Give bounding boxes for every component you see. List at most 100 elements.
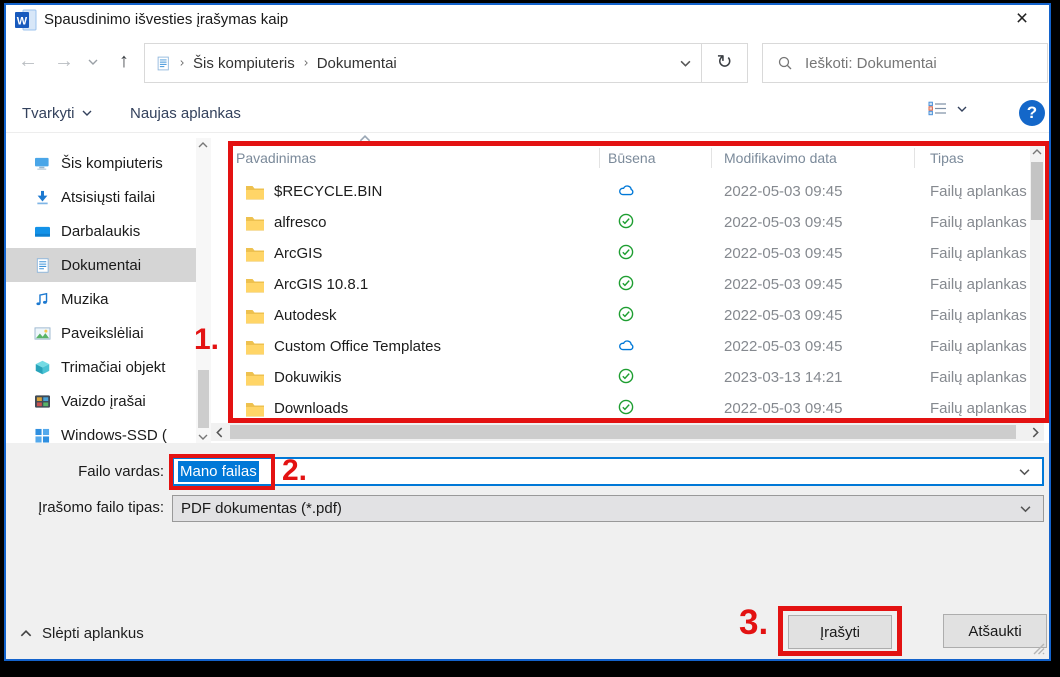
- navigation-bar: ← → ↑ Šis kompiuteris Dokumentai ↻ Ieško…: [6, 35, 1049, 89]
- sidebar-item-downloads[interactable]: Atsisiųsti failai: [6, 180, 196, 214]
- cloud-icon: [618, 183, 637, 197]
- chevron-down-icon[interactable]: [1019, 468, 1030, 475]
- help-button[interactable]: ?: [1019, 100, 1045, 126]
- column-headers: Pavadinimas Būsena Modifikavimo data Tip…: [211, 146, 1044, 170]
- folder-icon: [245, 370, 265, 386]
- file-row[interactable]: Autodesk 2022-05-03 09:45 Failų aplankas: [211, 300, 1044, 331]
- status-cell: [600, 306, 712, 326]
- scroll-left-icon[interactable]: [216, 427, 223, 438]
- back-button[interactable]: ←: [14, 47, 42, 75]
- file-modified-date: 2022-05-03 09:45: [712, 338, 915, 355]
- file-name: Custom Office Templates: [274, 338, 441, 355]
- status-cell: [600, 244, 712, 264]
- folder-icon: [245, 184, 265, 200]
- desktop-icon: [34, 224, 51, 239]
- file-row[interactable]: $RECYCLE.BIN 2022-05-03 09:45 Failų apla…: [211, 176, 1044, 207]
- scrollbar-thumb[interactable]: [198, 370, 209, 428]
- sidebar-scrollbar[interactable]: [196, 138, 211, 443]
- file-type-select[interactable]: PDF dokumentas (*.pdf): [172, 495, 1044, 522]
- sidebar-item-documents[interactable]: Dokumentai: [6, 248, 196, 282]
- breadcrumb[interactable]: Šis kompiuteris Dokumentai: [144, 43, 702, 83]
- list-vertical-scrollbar[interactable]: [1030, 146, 1044, 423]
- up-button[interactable]: ↑: [110, 47, 138, 75]
- scroll-right-icon[interactable]: [1032, 427, 1039, 438]
- close-button[interactable]: ×: [1005, 5, 1039, 35]
- file-modified-date: 2022-05-03 09:45: [712, 400, 915, 417]
- sidebar-item-music[interactable]: Muzika: [6, 282, 196, 316]
- file-name: Autodesk: [274, 307, 337, 324]
- sidebar-item-pictures[interactable]: Paveikslėliai: [6, 316, 196, 350]
- windows-drive-icon: [34, 428, 51, 443]
- search-box[interactable]: Ieškoti: Dokumentai: [762, 43, 1048, 83]
- sidebar-item-this-pc[interactable]: Šis kompiuteris: [6, 146, 196, 180]
- sidebar-item-desktop[interactable]: Darbalaukis: [6, 214, 196, 248]
- breadcrumb-documents[interactable]: Dokumentai: [317, 55, 397, 72]
- save-as-dialog: W Spausdinimo išvesties įrašymas kaip × …: [4, 3, 1051, 661]
- breadcrumb-this-pc[interactable]: Šis kompiuteris: [193, 55, 295, 72]
- column-header-status[interactable]: Būsena: [600, 148, 712, 168]
- file-type: Failų aplankas: [915, 245, 1044, 262]
- scrollbar-thumb[interactable]: [1031, 162, 1043, 220]
- file-type: Failų aplankas: [915, 369, 1044, 386]
- hide-folders-button[interactable]: Slėpti aplankus: [20, 625, 144, 642]
- folder-icon: [245, 339, 265, 355]
- refresh-button[interactable]: ↻: [702, 43, 748, 83]
- sidebar-item-windows-ssd[interactable]: Windows-SSD (: [6, 418, 196, 443]
- check-icon: [618, 275, 634, 291]
- sidebar-item-videos[interactable]: Vaizdo įrašai: [6, 384, 196, 418]
- status-cell: [600, 213, 712, 233]
- search-placeholder: Ieškoti: Dokumentai: [805, 55, 937, 72]
- check-icon: [618, 399, 634, 415]
- cancel-button[interactable]: Atšaukti: [943, 614, 1047, 648]
- list-view-icon: [928, 101, 947, 116]
- column-header-name[interactable]: Pavadinimas: [211, 148, 600, 168]
- scroll-down-icon[interactable]: [198, 434, 208, 440]
- chevron-down-icon[interactable]: [1020, 505, 1031, 512]
- scroll-up-icon[interactable]: [198, 142, 208, 148]
- chevron-right-icon: [179, 58, 185, 68]
- scroll-up-icon[interactable]: [1032, 149, 1042, 155]
- column-header-type[interactable]: Tipas: [915, 148, 1044, 168]
- file-row[interactable]: ArcGIS 10.8.1 2022-05-03 09:45 Failų apl…: [211, 269, 1044, 300]
- check-icon: [618, 244, 634, 260]
- title-bar: W Spausdinimo išvesties įrašymas kaip ×: [6, 5, 1049, 35]
- save-button[interactable]: Įrašyti: [788, 615, 892, 649]
- document-location-icon: [155, 56, 171, 71]
- new-folder-button[interactable]: Naujas aplankas: [130, 93, 241, 133]
- file-type: Failų aplankas: [915, 214, 1044, 231]
- documents-icon: [34, 258, 51, 273]
- list-horizontal-scrollbar[interactable]: [211, 423, 1044, 441]
- navigation-pane: Šis kompiuteris Atsisiųsti failai Darbal…: [6, 146, 196, 443]
- file-row[interactable]: Dokuwikis 2023-03-13 14:21 Failų aplanka…: [211, 362, 1044, 393]
- file-row[interactable]: Custom Office Templates 2022-05-03 09:45…: [211, 331, 1044, 362]
- sidebar-item-3d-objects[interactable]: Trimačiai objekt: [6, 350, 196, 384]
- file-name: Dokuwikis: [274, 369, 342, 386]
- file-list: Pavadinimas Būsena Modifikavimo data Tip…: [211, 146, 1044, 443]
- file-name: $RECYCLE.BIN: [274, 183, 382, 200]
- cloud-icon: [618, 338, 637, 352]
- resize-grip[interactable]: [1033, 643, 1045, 655]
- file-name: ArcGIS: [274, 245, 322, 262]
- window-title: Spausdinimo išvesties įrašymas kaip: [44, 5, 288, 35]
- recent-locations-chevron-icon[interactable]: [88, 59, 98, 65]
- organize-menu[interactable]: Tvarkyti: [22, 93, 92, 133]
- file-row[interactable]: ArcGIS 2022-05-03 09:45 Failų aplankas: [211, 238, 1044, 269]
- file-row[interactable]: Downloads 2022-05-03 09:45 Failų aplanka…: [211, 393, 1044, 424]
- view-options-button[interactable]: [928, 101, 967, 116]
- file-name-value: Mano failas: [178, 461, 259, 482]
- file-modified-date: 2022-05-03 09:45: [712, 214, 915, 231]
- column-header-modified[interactable]: Modifikavimo data: [712, 148, 915, 168]
- file-type: Failų aplankas: [915, 400, 1044, 417]
- scrollbar-thumb[interactable]: [230, 425, 1016, 439]
- videos-icon: [34, 394, 51, 409]
- file-type: Failų aplankas: [915, 307, 1044, 324]
- music-icon: [34, 292, 51, 307]
- address-dropdown-chevron-icon[interactable]: [680, 60, 691, 67]
- file-name: ArcGIS 10.8.1: [274, 276, 368, 293]
- status-cell: [600, 338, 712, 356]
- pictures-icon: [34, 326, 51, 341]
- file-row[interactable]: alfresco 2022-05-03 09:45 Failų aplankas: [211, 207, 1044, 238]
- file-name-input[interactable]: Mano failas: [172, 457, 1044, 486]
- screenshot-frame: W Spausdinimo išvesties įrašymas kaip × …: [0, 0, 1060, 677]
- forward-button[interactable]: →: [50, 47, 78, 75]
